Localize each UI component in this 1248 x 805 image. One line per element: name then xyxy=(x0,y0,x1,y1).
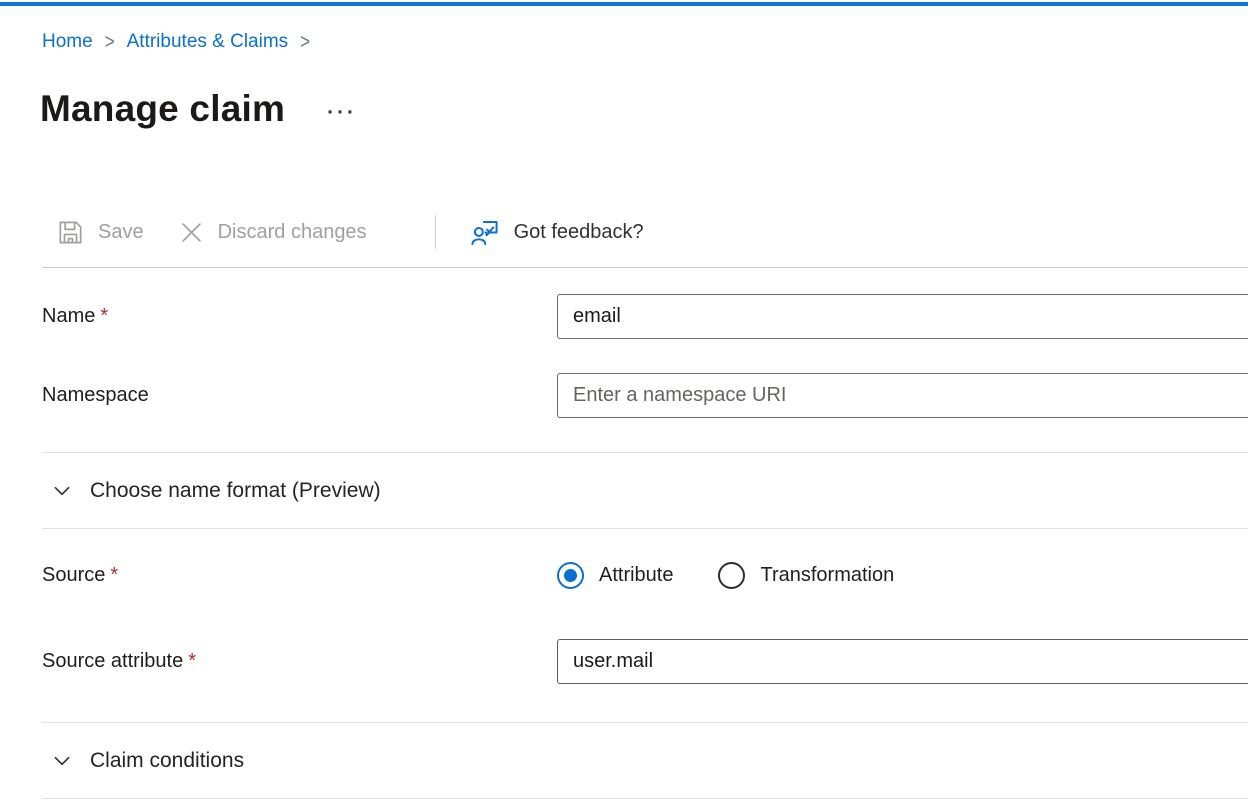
source-radio-group: Attribute Transformation xyxy=(557,562,1248,589)
choose-name-format-label: Choose name format (Preview) xyxy=(90,479,381,503)
claim-conditions-section-header[interactable]: Claim conditions xyxy=(42,723,1248,798)
radio-unselected-icon xyxy=(718,562,745,589)
required-asterisk: * xyxy=(100,305,108,327)
chevron-down-icon xyxy=(51,480,73,502)
radio-selected-icon xyxy=(557,562,584,589)
breadcrumb-separator-icon: > xyxy=(105,25,115,60)
name-label: Name* xyxy=(42,305,557,328)
page-title: Manage claim xyxy=(40,88,285,130)
section-divider xyxy=(42,798,1248,799)
source-attribute-field-col xyxy=(557,639,1248,684)
source-label: Source* xyxy=(42,564,557,587)
top-accent-bar xyxy=(0,2,1248,6)
name-field-row: Name* xyxy=(42,293,1248,339)
save-icon xyxy=(56,218,85,247)
chevron-down-icon xyxy=(51,750,73,772)
discard-changes-label: Discard changes xyxy=(218,221,367,244)
breadcrumb-separator-icon: > xyxy=(300,25,310,60)
radio-dot xyxy=(564,569,577,582)
discard-changes-button[interactable]: Discard changes xyxy=(178,219,367,246)
manage-claim-page: Home > Attributes & Claims > Manage clai… xyxy=(0,28,1248,799)
save-label: Save xyxy=(98,221,144,244)
title-row: Manage claim ··· xyxy=(40,85,1248,133)
person-feedback-icon xyxy=(470,217,501,248)
more-actions-button[interactable]: ··· xyxy=(327,102,357,123)
source-attribute-input[interactable] xyxy=(557,639,1248,684)
source-attribute-label: Source attribute* xyxy=(42,650,557,673)
choose-name-format-section-header[interactable]: Choose name format (Preview) xyxy=(42,453,1248,528)
section-divider xyxy=(42,528,1248,529)
radio-transformation-label: Transformation xyxy=(760,564,894,587)
namespace-field-row: Namespace xyxy=(42,372,1248,418)
toolbar-separator xyxy=(435,215,436,249)
got-feedback-label: Got feedback? xyxy=(514,221,644,244)
source-field-row: Source* Attribute Transformation xyxy=(42,553,1248,598)
namespace-label-text: Namespace xyxy=(42,384,149,406)
required-asterisk: * xyxy=(188,650,196,672)
radio-option-attribute[interactable]: Attribute xyxy=(557,562,673,589)
breadcrumb-link-home[interactable]: Home xyxy=(42,28,93,56)
name-label-text: Name xyxy=(42,305,95,327)
source-attribute-field-row: Source attribute* xyxy=(42,638,1248,684)
radio-option-transformation[interactable]: Transformation xyxy=(718,562,894,589)
name-field-col xyxy=(557,294,1248,339)
command-toolbar: Save Discard changes Got feedback? xyxy=(56,208,1248,256)
save-button[interactable]: Save xyxy=(56,218,144,247)
dismiss-icon xyxy=(178,219,205,246)
claim-conditions-label: Claim conditions xyxy=(90,749,244,773)
got-feedback-button[interactable]: Got feedback? xyxy=(470,217,644,248)
source-attribute-label-text: Source attribute xyxy=(42,650,183,672)
namespace-input[interactable] xyxy=(557,373,1248,418)
required-asterisk: * xyxy=(110,564,118,586)
name-input[interactable] xyxy=(557,294,1248,339)
breadcrumb-link-attributes-claims[interactable]: Attributes & Claims xyxy=(127,28,289,56)
namespace-field-col xyxy=(557,373,1248,418)
radio-attribute-label: Attribute xyxy=(599,564,673,587)
source-label-text: Source xyxy=(42,564,105,586)
source-field-col: Attribute Transformation xyxy=(557,562,1248,589)
toolbar-divider xyxy=(42,267,1248,268)
breadcrumb: Home > Attributes & Claims > xyxy=(42,28,1248,56)
namespace-label: Namespace xyxy=(42,384,557,407)
